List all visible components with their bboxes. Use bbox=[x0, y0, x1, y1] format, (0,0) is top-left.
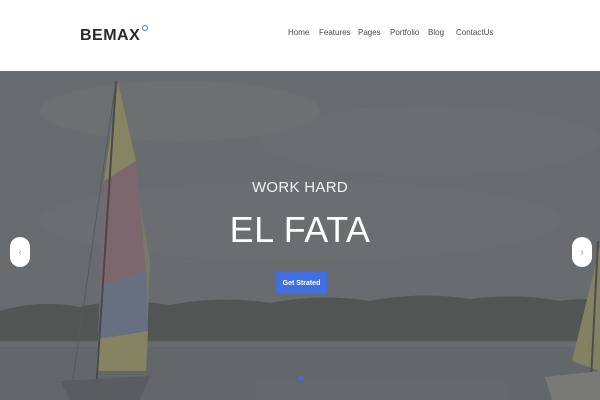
slider-dot-active[interactable] bbox=[298, 376, 303, 381]
main-nav: Home Features Pages Portfolio Blog Conta… bbox=[0, 28, 600, 40]
nav-item-blog[interactable]: Blog bbox=[428, 28, 444, 37]
get-started-button[interactable]: Get Strated bbox=[276, 272, 327, 294]
slider-next-button[interactable]: › bbox=[572, 237, 592, 267]
site-header: BEMAX Home Features Pages Portfolio Blog… bbox=[0, 0, 600, 71]
nav-item-portfolio[interactable]: Portfolio bbox=[390, 28, 419, 37]
slider-prev-button[interactable]: ‹ bbox=[10, 237, 30, 267]
hero-subtitle: WORK HARD bbox=[251, 179, 349, 196]
chevron-right-icon: › bbox=[580, 246, 584, 258]
nav-item-contactus[interactable]: ContactUs bbox=[456, 28, 493, 37]
nav-item-features[interactable]: Features bbox=[319, 28, 351, 37]
chevron-left-icon: ‹ bbox=[18, 246, 22, 258]
hero-slider: WORK HARD EL FATA Get Strated ‹ › bbox=[0, 71, 600, 400]
nav-item-home[interactable]: Home bbox=[288, 28, 309, 37]
hero-title: EL FATA bbox=[229, 209, 371, 250]
nav-item-pages[interactable]: Pages bbox=[358, 28, 381, 37]
